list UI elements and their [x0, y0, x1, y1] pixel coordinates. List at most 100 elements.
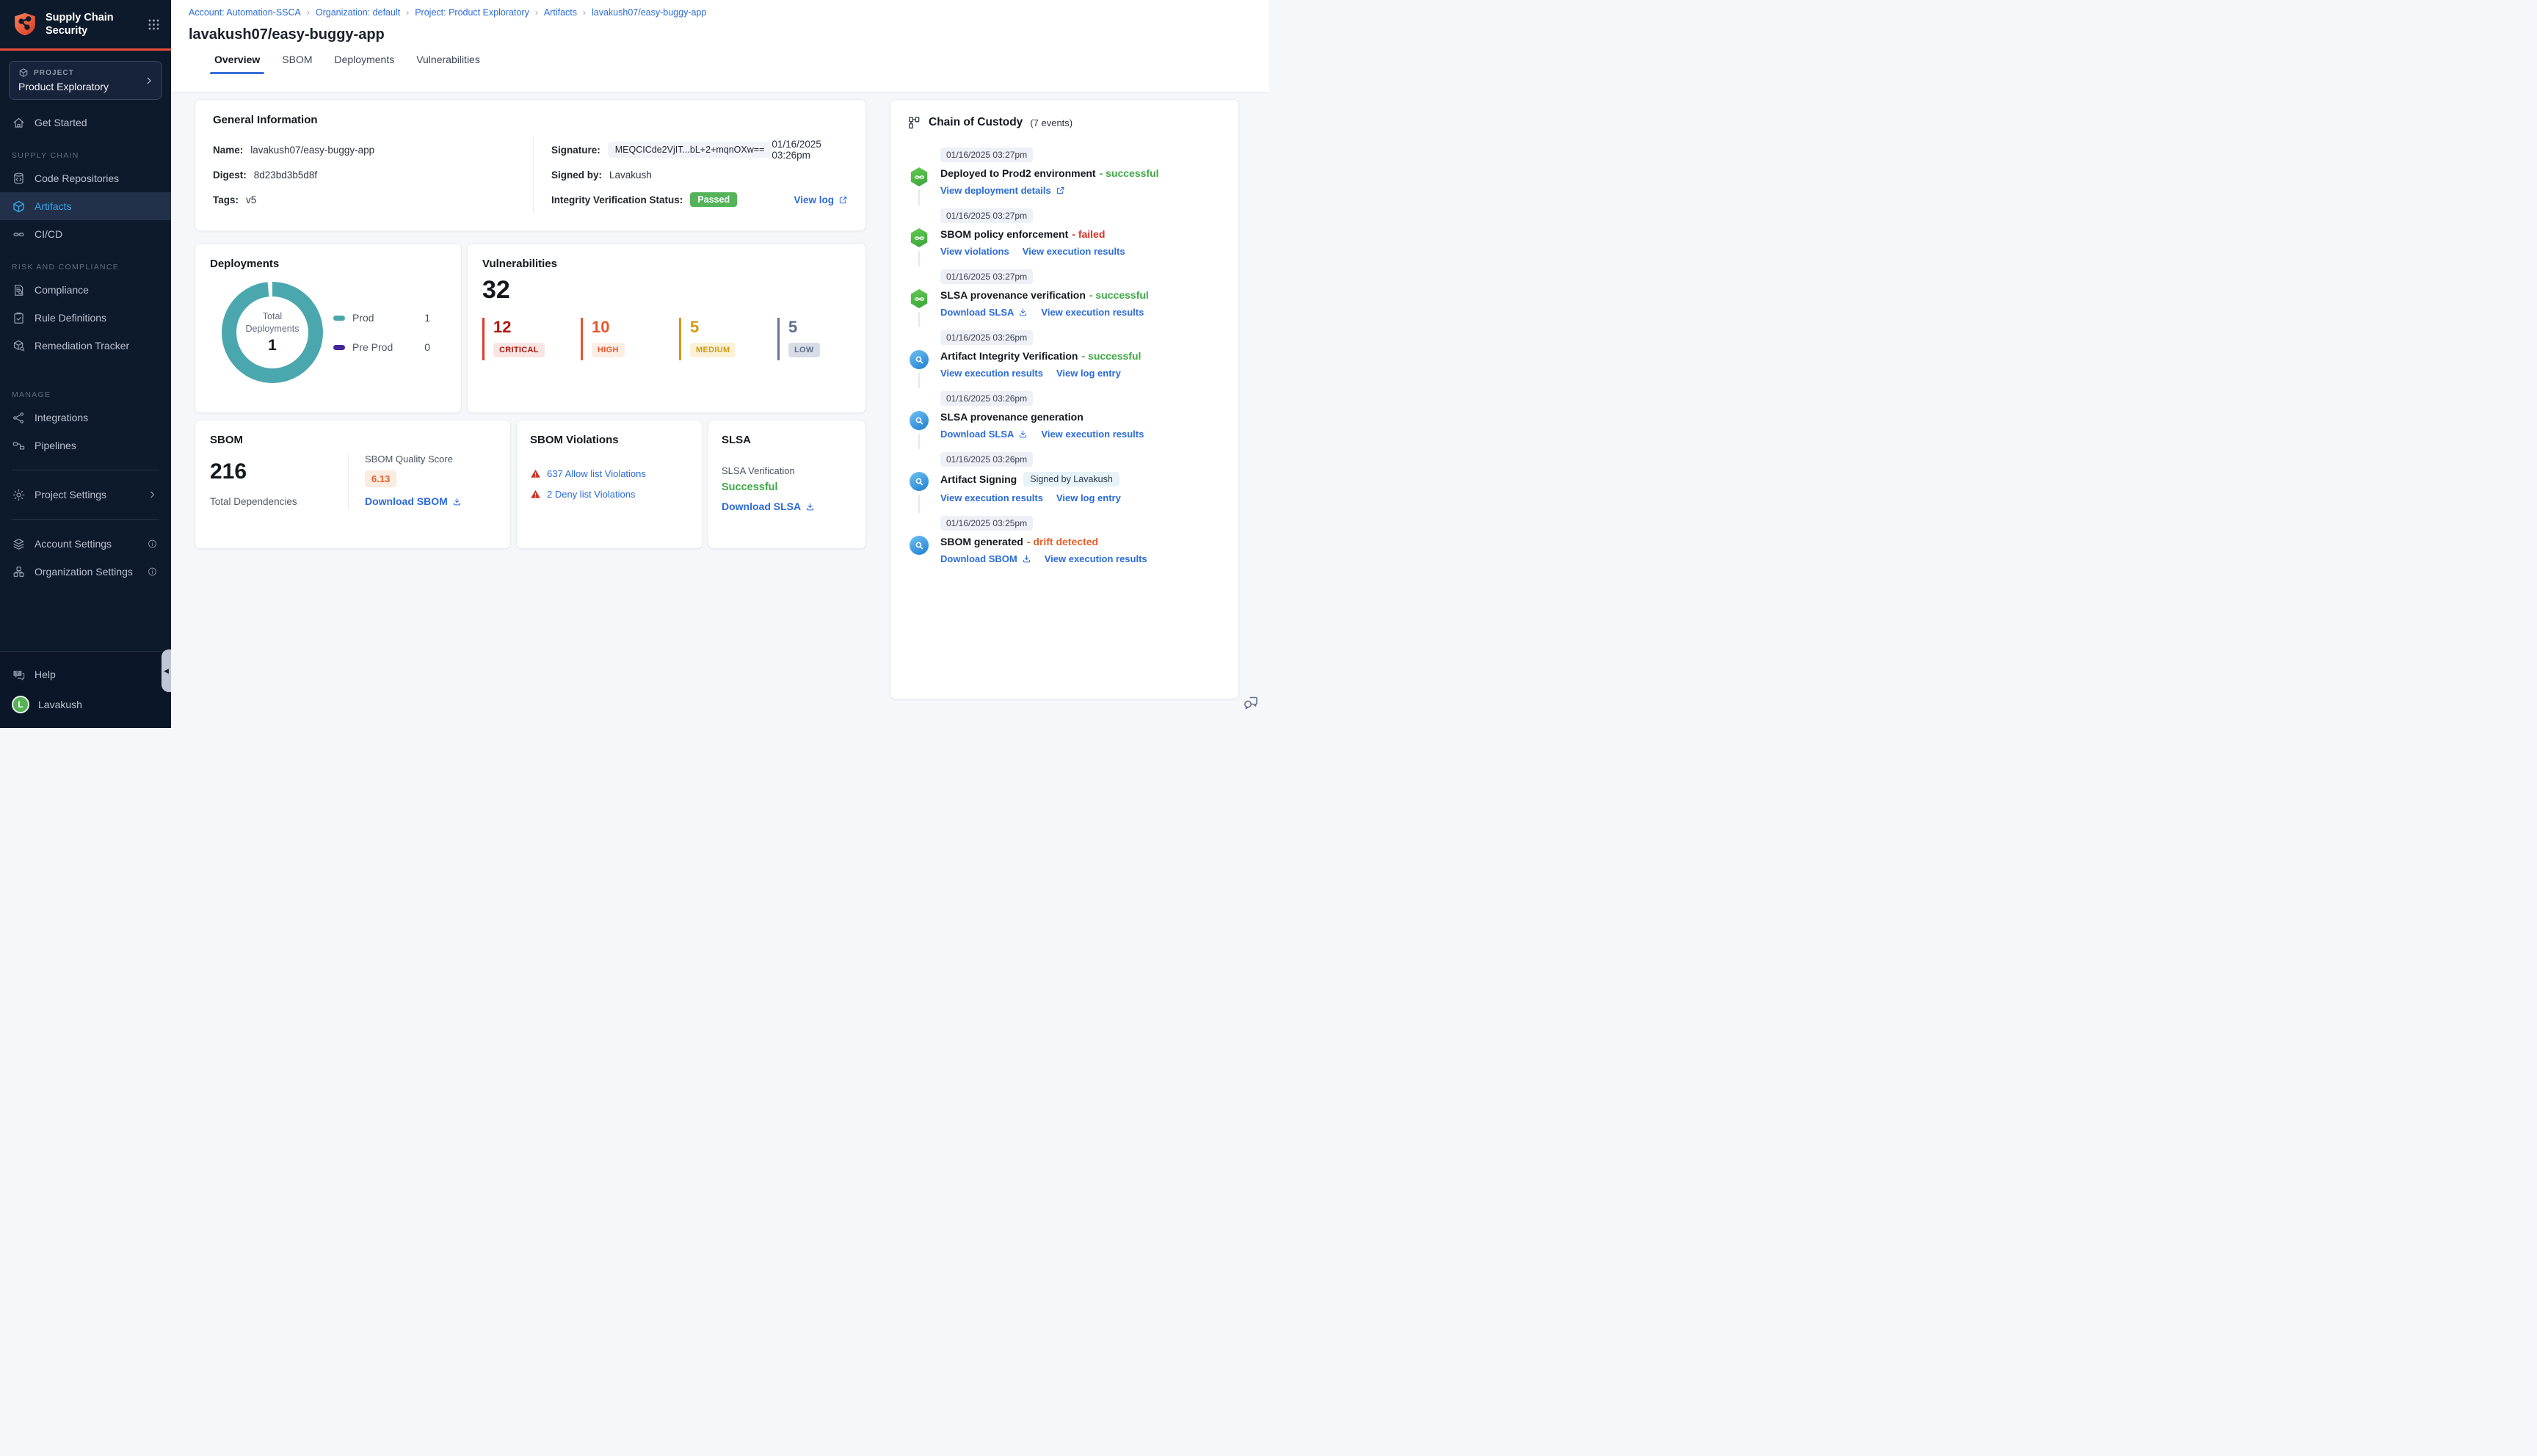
sidebar-item-label: Artifacts [35, 200, 72, 212]
download-sbom-link[interactable]: Download SBOM [365, 495, 462, 507]
severity-badge: LOW [788, 343, 820, 358]
event-status: - successful [1099, 167, 1159, 179]
breadcrumb-link[interactable]: Project: Product Exploratory [415, 7, 529, 18]
custody-event: 01/16/2025 03:26pm SLSA provenance gener… [907, 391, 1222, 449]
sidebar-item-label: CI/CD [35, 228, 63, 240]
download-icon [1018, 429, 1028, 439]
scan-step-icon [910, 536, 929, 555]
sidebar-item-compliance[interactable]: Compliance [0, 276, 171, 304]
scan-step-icon [910, 472, 929, 491]
breadcrumb-link[interactable]: lavakush07/easy-buggy-app [592, 7, 706, 18]
breadcrumb-separator: › [306, 7, 310, 18]
view-log-entry-link[interactable]: View log entry [1056, 492, 1121, 503]
severity-low: 5 LOW [777, 318, 845, 361]
clipboard-icon [12, 311, 26, 325]
chain-of-custody-panel: Chain of Custody (7 events) 01/16/2025 0… [890, 99, 1239, 699]
sidebar-item-remediation-tracker[interactable]: Remediation Tracker [0, 332, 171, 360]
sidebar-item-get-started[interactable]: Get Started [0, 109, 171, 136]
violation-link[interactable]: 2 Deny list Violations [547, 489, 635, 500]
breadcrumb-separator: › [406, 7, 410, 18]
org-icon [12, 565, 26, 579]
info-icon [145, 539, 159, 549]
sidebar-item-pipelines[interactable]: Pipelines [0, 432, 171, 459]
sidebar-item-ci-cd[interactable]: CI/CD [0, 220, 171, 248]
view-execution-results-link[interactable]: View execution results [1041, 429, 1144, 440]
layers-icon [12, 537, 26, 551]
view-execution-results-link[interactable]: View execution results [940, 368, 1043, 379]
severity-badge: CRITICAL [493, 343, 545, 358]
breadcrumb-separator: › [534, 7, 538, 18]
event-timestamp: 01/16/2025 03:25pm [940, 516, 1034, 531]
tab-overview[interactable]: Overview [209, 54, 265, 74]
signature-value: MEQCICde2VjIT...bL+2+mqnOXw== [607, 142, 772, 158]
sidebar-item-rule-definitions[interactable]: Rule Definitions [0, 304, 171, 332]
view-execution-results-link[interactable]: View execution results [940, 492, 1043, 503]
legend-item: Pre Prod 0 [333, 341, 430, 353]
view-log-link[interactable]: View log [794, 194, 848, 205]
view-log-entry-link[interactable]: View log entry [1056, 368, 1121, 379]
feedback-chat-icon[interactable] [1242, 694, 1260, 712]
pipeline-icon [910, 228, 928, 247]
download-slsa-link[interactable]: Download SLSA [940, 307, 1028, 318]
gear-icon [12, 488, 26, 502]
project-selector[interactable]: PROJECT Product Exploratory [9, 61, 162, 100]
nav-section-label: MANAGE [12, 390, 51, 399]
tab-sbom[interactable]: SBOM [280, 54, 313, 74]
card-title: Deployments [210, 258, 280, 270]
project-name: Product Exploratory [18, 81, 109, 92]
digest-label: Digest: [213, 169, 247, 181]
sidebar-item-organization-settings[interactable]: Organization Settings [0, 558, 171, 586]
download-icon [1018, 307, 1028, 317]
download-slsa-link[interactable]: Download SLSA [940, 429, 1028, 440]
sidebar-item-integrations[interactable]: Integrations [0, 404, 171, 432]
view-execution-results-link[interactable]: View execution results [1023, 246, 1125, 257]
pipeline-icon [910, 289, 928, 308]
legend-label: Prod [352, 312, 374, 324]
breadcrumb-link[interactable]: Account: Automation-SSCA [189, 7, 301, 18]
event-links: Download SLSA View execution results [940, 429, 1222, 440]
custody-event: 01/16/2025 03:26pm Artifact Signing Signe… [907, 452, 1222, 513]
app-grid-icon[interactable] [147, 18, 161, 32]
custody-event: 01/16/2025 03:27pm SLSA provenance verif… [907, 269, 1222, 327]
custody-event: 01/16/2025 03:26pm Artifact Integrity Ve… [907, 330, 1222, 388]
sidebar-item-user[interactable]: L Lavakush [0, 688, 171, 721]
donut-center-label: Total Deployments [245, 311, 300, 334]
view-violations-link[interactable]: View violations [940, 246, 1009, 257]
sidebar-item-project-settings[interactable]: Project Settings [0, 481, 171, 509]
violation-link[interactable]: 637 Allow list Violations [547, 468, 646, 479]
card-title: SLSA [722, 434, 752, 446]
warning-triangle-icon [530, 468, 541, 479]
sbom-total: 216 [210, 459, 247, 484]
tab-vulnerabilities[interactable]: Vulnerabilities [415, 54, 482, 74]
sidebar-item-account-settings[interactable]: Account Settings [0, 530, 171, 558]
breadcrumb-link[interactable]: Artifacts [544, 7, 577, 18]
view-execution-results-link[interactable]: View execution results [1041, 307, 1144, 318]
event-title: SBOM generated - drift detected [940, 536, 1099, 547]
sidebar-item-help[interactable]: ? Help [0, 660, 171, 688]
slsa-verification-label: SLSA Verification [722, 465, 795, 476]
sidebar-collapse-handle[interactable]: ◀ [161, 649, 171, 692]
event-title: SBOM policy enforcement - failed [940, 228, 1106, 240]
digest-value: 8d23bd3b5d8f [253, 169, 318, 181]
event-title: SLSA provenance generation [940, 411, 1084, 423]
breadcrumb-link[interactable]: Organization: default [316, 7, 400, 18]
sidebar-item-label: Pipelines [35, 440, 76, 451]
boxwrench-icon [12, 339, 26, 353]
tab-deployments[interactable]: Deployments [333, 54, 396, 74]
card-title: Vulnerabilities [482, 258, 557, 270]
sidebar-item-code-repositories[interactable]: Code Repositories [0, 164, 171, 192]
info-icon [145, 567, 159, 577]
violations-list: 637 Allow list Violations 2 Deny list Vi… [530, 468, 689, 500]
view-execution-results-link[interactable]: View execution results [1045, 553, 1147, 564]
slsa-card: SLSA SLSA Verification Successful Downlo… [708, 420, 866, 549]
sidebar-item-label: Integrations [35, 412, 89, 423]
download-slsa-link[interactable]: Download SLSA [722, 500, 815, 512]
sidebar-item-artifacts[interactable]: Artifacts [0, 192, 171, 220]
sidebar-item-label: Organization Settings [35, 566, 133, 578]
custody-title: Chain of Custody [929, 116, 1023, 128]
download-sbom-link[interactable]: Download SBOM [940, 553, 1031, 564]
view-deployment-details-link[interactable]: View deployment details [940, 185, 1065, 196]
sidebar-item-label: Remediation Tracker [35, 340, 130, 352]
vulnerabilities-card: Vulnerabilities 32 12 CRITICAL 10 HIGH 5 M… [467, 243, 866, 413]
user-avatar: L [12, 696, 29, 713]
